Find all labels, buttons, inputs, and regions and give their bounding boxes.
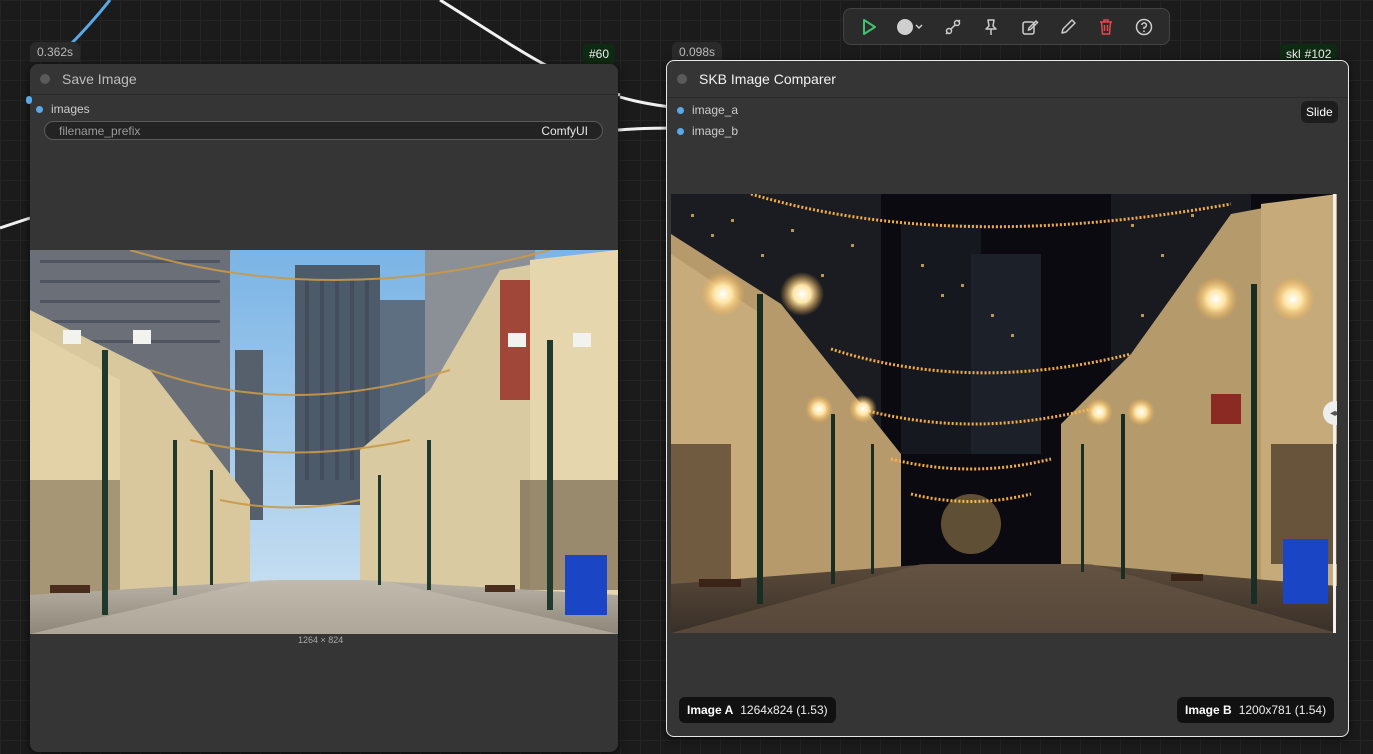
node-selection-toolbar (843, 8, 1170, 45)
play-icon[interactable] (856, 14, 882, 40)
preview-image (30, 250, 618, 634)
filename-prefix-field[interactable]: filename_prefix ComfyUI (44, 121, 603, 140)
color-dropdown-icon[interactable] (894, 14, 928, 40)
help-icon[interactable] (1131, 14, 1157, 40)
slot-label: image_a (692, 103, 739, 117)
widget-label: filename_prefix (59, 123, 141, 138)
widget-value: ComfyUI (541, 123, 588, 138)
input-dot-icon[interactable] (36, 105, 43, 113)
image-b-label: Image B 1200x781 (1.54) (1177, 697, 1335, 723)
image-a-name: Image A (687, 703, 734, 717)
input-dot-icon[interactable] (677, 106, 684, 114)
execution-time-badge: 0.362s (30, 42, 81, 62)
node-title: Save Image (62, 71, 137, 87)
execution-time-badge: 0.098s (672, 42, 723, 62)
slide-mode-button[interactable]: Slide (1301, 101, 1338, 123)
save-image-node[interactable]: Save Image images filename_prefix ComfyU… (30, 64, 618, 752)
slot-label: image_b (692, 124, 739, 138)
pencil-icon[interactable] (1055, 14, 1081, 40)
collapse-dot-icon[interactable] (40, 74, 50, 84)
image-dimensions: 1264 × 824 (298, 635, 344, 645)
node-id-badge: #60 (583, 44, 616, 64)
pin-icon[interactable] (978, 14, 1004, 40)
image-a-label: Image A 1264x824 (1.53) (679, 697, 836, 723)
node-id: #102 (1304, 47, 1332, 61)
comparison-image[interactable]: ◂▸ (671, 194, 1337, 633)
node-title: SKB Image Comparer (699, 71, 836, 87)
image-comparer-node[interactable]: SKB Image Comparer image_a image_b Slide (666, 60, 1349, 737)
image-a-info: 1264x824 (1.53) (740, 703, 828, 717)
slot-label: images (51, 102, 90, 116)
input-slot-image-b[interactable]: image_b (677, 124, 738, 138)
input-slot-images[interactable]: images (36, 102, 90, 116)
node-header[interactable]: Save Image (30, 64, 618, 95)
node-header[interactable]: SKB Image Comparer (667, 61, 1348, 98)
input-dot-icon[interactable] (677, 127, 684, 135)
node-tag: skl (1286, 47, 1301, 61)
output-connector-icon[interactable] (26, 96, 32, 104)
bypass-icon[interactable] (940, 14, 966, 40)
image-b-name: Image B (1185, 703, 1232, 717)
collapse-dot-icon[interactable] (677, 74, 687, 84)
edit-icon[interactable] (1017, 14, 1043, 40)
image-b-info: 1200x781 (1.54) (1238, 703, 1327, 717)
trash-icon[interactable] (1093, 14, 1119, 40)
input-slot-image-a[interactable]: image_a (677, 103, 738, 117)
